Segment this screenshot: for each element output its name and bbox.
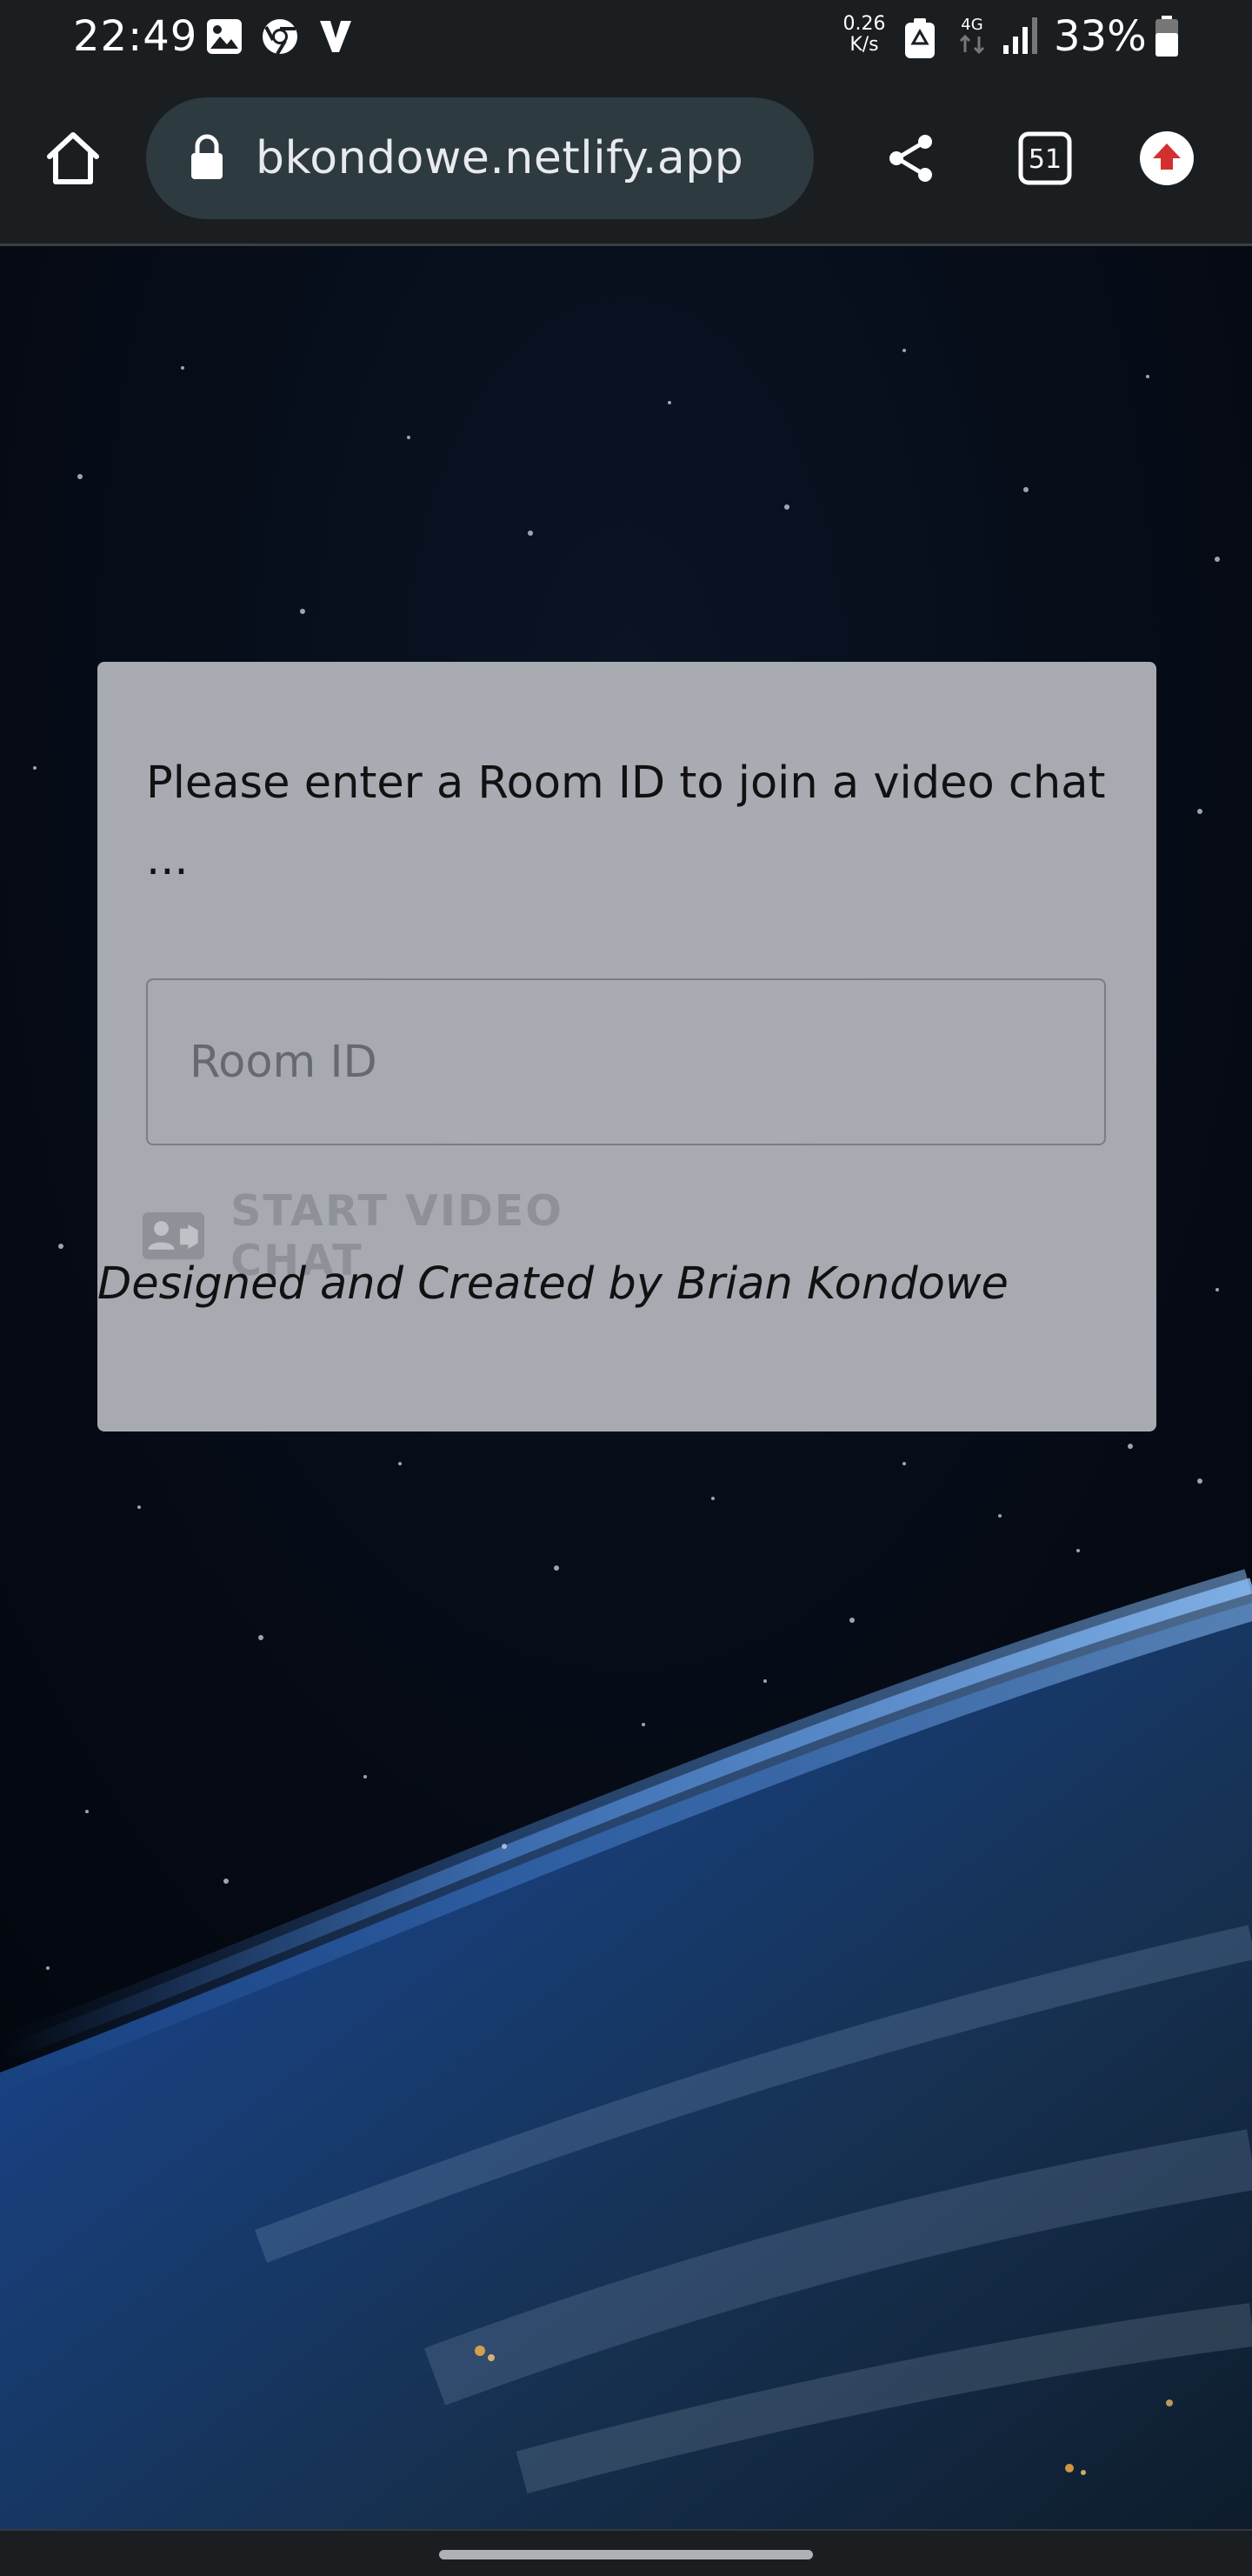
web-page: Please enter a Room ID to join a video c… xyxy=(0,246,1252,2529)
url-text: bkondowe.netlify.app xyxy=(256,132,744,184)
system-nav-bar xyxy=(0,2529,1252,2576)
net-speed-unit: K/s xyxy=(849,34,879,56)
tab-count: 51 xyxy=(1029,144,1062,175)
room-prompt-line2: ... xyxy=(146,834,189,885)
signal-icon xyxy=(1002,16,1040,60)
share-icon xyxy=(889,135,932,182)
tab-switcher-icon: 51 xyxy=(1018,131,1072,185)
url-bar[interactable]: bkondowe.netlify.app xyxy=(146,97,814,219)
v-app-icon xyxy=(316,17,355,60)
status-bar: 22:49 0.26 K/s 4G 33% xyxy=(0,0,1252,73)
net-speed-value: 0.26 xyxy=(842,13,886,35)
network-type-label: 4G xyxy=(961,16,982,34)
gallery-icon xyxy=(205,17,243,60)
browser-toolbar: bkondowe.netlify.app 51 xyxy=(0,73,1252,246)
lock-icon xyxy=(190,134,224,185)
battery-icon xyxy=(1155,16,1179,62)
credit-text: Designed and Created by Brian Kondowe xyxy=(97,1258,1009,1310)
battery-saver-icon xyxy=(904,17,936,63)
status-time: 22:49 xyxy=(73,12,198,61)
home-button[interactable] xyxy=(31,117,115,200)
join-room-card: Please enter a Room ID to join a video c… xyxy=(97,662,1156,1431)
net-speed: 0.26 K/s xyxy=(838,14,890,56)
network-4g-icon: 4G xyxy=(955,14,989,62)
update-icon xyxy=(1140,131,1194,185)
update-button[interactable] xyxy=(1125,117,1209,200)
battery-percent: 33% xyxy=(1054,12,1147,61)
gesture-handle[interactable] xyxy=(439,2550,813,2559)
home-icon xyxy=(47,132,99,184)
room-id-input[interactable] xyxy=(146,978,1106,1145)
video-contact-icon xyxy=(143,1211,205,1260)
chrome-icon xyxy=(261,17,299,60)
room-prompt: Please enter a Room ID to join a video c… xyxy=(146,745,1120,898)
share-button[interactable] xyxy=(869,117,953,200)
room-prompt-line1: Please enter a Room ID to join a video c… xyxy=(146,757,1106,809)
tab-switcher-button[interactable]: 51 xyxy=(1003,117,1087,200)
